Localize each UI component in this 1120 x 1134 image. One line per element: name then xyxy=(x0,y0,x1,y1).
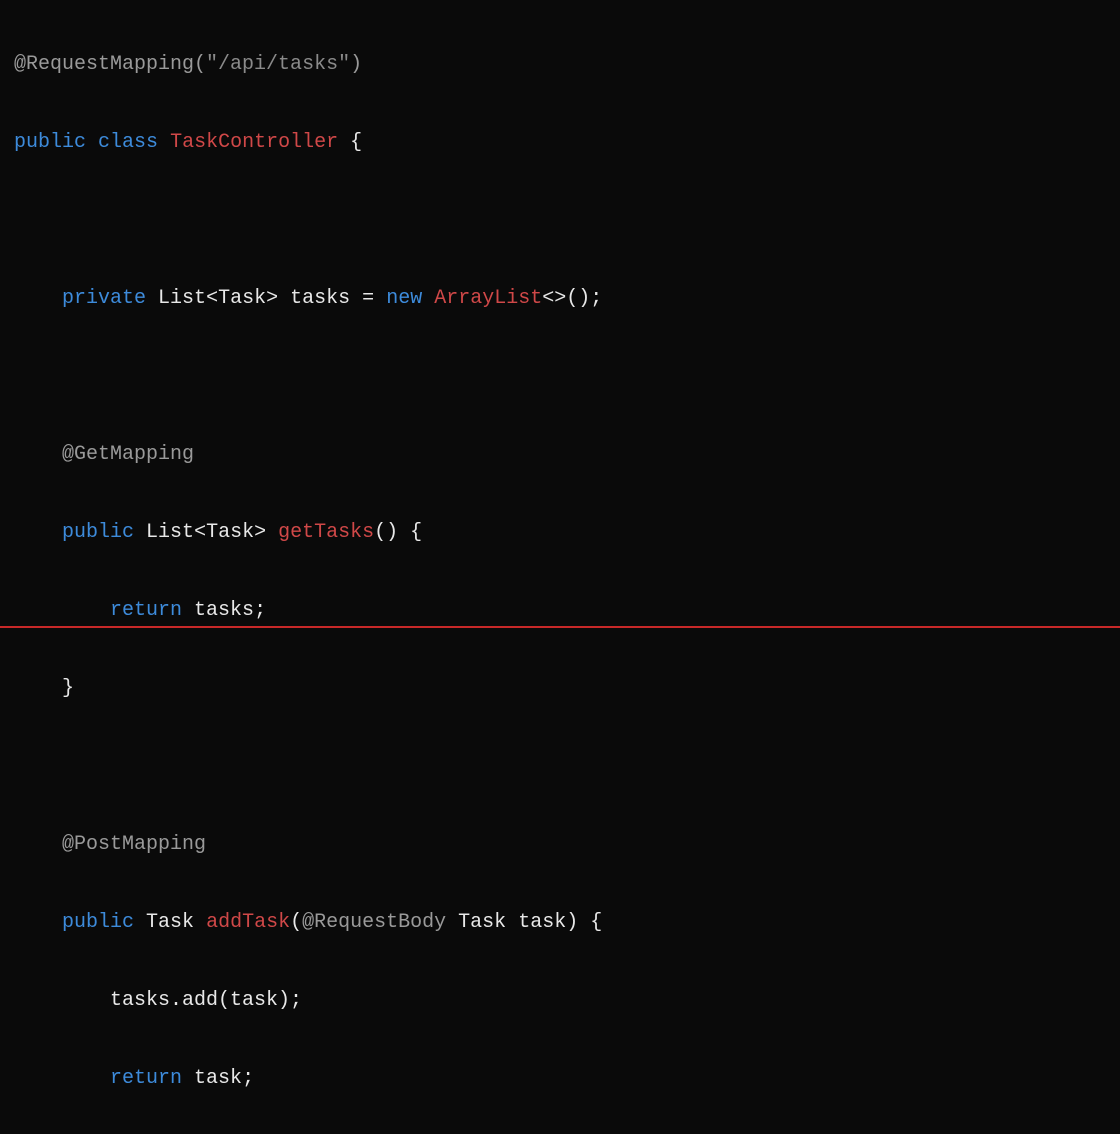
variable-token: task xyxy=(194,1067,242,1090)
variable-token: tasks xyxy=(194,599,254,622)
diamond-token: <> xyxy=(542,287,566,310)
type-token: Task xyxy=(146,911,194,934)
method-token: getTasks xyxy=(278,521,374,544)
indent xyxy=(14,521,62,544)
keyword-token: public xyxy=(62,911,134,934)
paren-token: ) xyxy=(350,53,362,76)
keyword-token: return xyxy=(110,599,182,622)
param-token: task xyxy=(518,911,566,934)
type-token: Task xyxy=(218,287,266,310)
tail-token: (); xyxy=(566,287,602,310)
indent xyxy=(14,443,62,466)
keyword-token: public xyxy=(62,521,134,544)
indent xyxy=(14,833,62,856)
tail-token: () { xyxy=(374,521,422,544)
keyword-token: public xyxy=(14,131,86,154)
type-token: Task xyxy=(458,911,506,934)
tail-token: ; xyxy=(242,1067,254,1090)
angle-token: < xyxy=(194,521,206,544)
annotation-token: @PostMapping xyxy=(62,833,206,856)
type-token: Task xyxy=(206,521,254,544)
annotation-token: @RequestMapping xyxy=(14,53,194,76)
code-line: tasks.add(task); xyxy=(14,978,1106,1024)
angle-token: > xyxy=(266,287,278,310)
tail-token: ; xyxy=(254,599,266,622)
paren-token: ( xyxy=(194,53,206,76)
angle-token: > xyxy=(254,521,266,544)
paren-token: ( xyxy=(290,911,302,934)
type-token: TaskController xyxy=(170,131,338,154)
code-line: @PostMapping xyxy=(14,822,1106,868)
blank-line xyxy=(14,354,1106,400)
keyword-token: new xyxy=(386,287,422,310)
method-token: addTask xyxy=(206,911,290,934)
type-token: List xyxy=(158,287,206,310)
indent xyxy=(14,1067,110,1090)
indent xyxy=(14,599,110,622)
tail-token: ) { xyxy=(566,911,602,934)
operator-token: = xyxy=(362,287,374,310)
code-line: public class TaskController { xyxy=(14,120,1106,166)
type-token: List xyxy=(146,521,194,544)
code-line: public List<Task> getTasks() { xyxy=(14,510,1106,556)
code-line: } xyxy=(14,666,1106,712)
type-token: ArrayList xyxy=(434,287,542,310)
indent xyxy=(14,911,62,934)
keyword-token: return xyxy=(110,1067,182,1090)
code-line: return task; xyxy=(14,1056,1106,1102)
blank-line xyxy=(14,198,1106,244)
annotation-token: @RequestBody xyxy=(302,911,446,934)
keyword-token: class xyxy=(98,131,158,154)
code-line: private List<Task> tasks = new ArrayList… xyxy=(14,276,1106,322)
string-token: "/api/tasks" xyxy=(206,53,350,76)
brace-token: } xyxy=(62,677,74,700)
code-editor-viewport[interactable]: @RequestMapping("/api/tasks") public cla… xyxy=(14,10,1106,1134)
keyword-token: private xyxy=(62,287,146,310)
annotation-token: @GetMapping xyxy=(62,443,194,466)
indent xyxy=(14,989,110,1012)
code-line: @RequestMapping("/api/tasks") xyxy=(14,42,1106,88)
code-line: @GetMapping xyxy=(14,432,1106,478)
variable-token: tasks xyxy=(290,287,350,310)
code-line: public Task addTask(@RequestBody Task ta… xyxy=(14,900,1106,946)
indent xyxy=(14,677,62,700)
angle-token: < xyxy=(206,287,218,310)
blank-line xyxy=(14,744,1106,790)
brace-token: { xyxy=(350,131,362,154)
expression-token: tasks.add(task); xyxy=(110,989,302,1012)
indent xyxy=(14,287,62,310)
